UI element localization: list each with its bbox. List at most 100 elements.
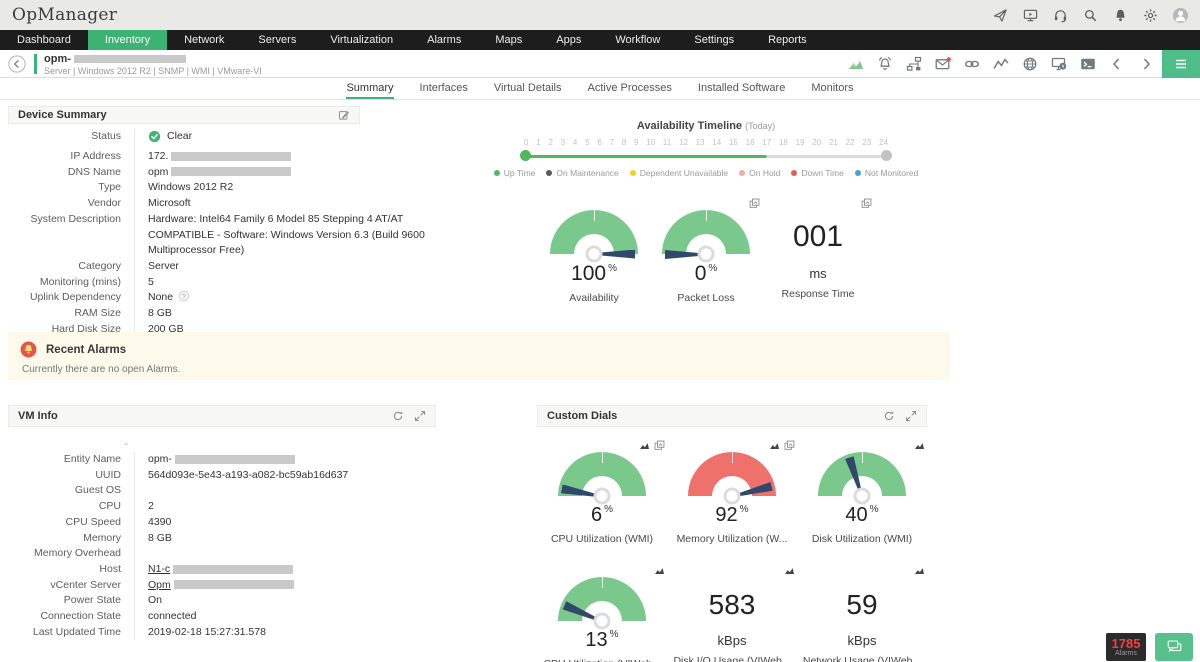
hamburger-icon (1173, 56, 1189, 72)
graph-icon[interactable] (914, 440, 925, 451)
gauge (818, 452, 906, 496)
rocket-icon[interactable] (993, 8, 1008, 23)
field-label: Monitoring (mins) (8, 275, 134, 291)
graph-icon[interactable] (769, 440, 780, 451)
field-value: opm (134, 165, 446, 181)
nav-item-apps[interactable]: Apps (539, 30, 598, 50)
field-value: Windows 2012 R2 (134, 180, 446, 196)
nav-item-workflow[interactable]: Workflow (598, 30, 677, 50)
linegraph-icon[interactable] (993, 56, 1009, 72)
gauge-hub (594, 488, 611, 505)
device-bar: opm- Server | Windows 2012 R2 | SNMP | W… (0, 50, 1200, 78)
nav-item-alarms[interactable]: Alarms (410, 30, 478, 50)
back-button[interactable] (8, 55, 26, 73)
device-toolbar (848, 50, 1154, 78)
tab-monitors[interactable]: Monitors (811, 78, 853, 99)
refresh-icon[interactable] (883, 410, 895, 422)
avatar[interactable] (1173, 8, 1188, 23)
legend-dot (739, 170, 745, 176)
legend-item: On Maintenance (546, 168, 618, 178)
refresh-icon[interactable] (392, 410, 404, 422)
link-icon[interactable] (964, 56, 980, 72)
stacked-graph-icon[interactable] (784, 440, 795, 451)
chevron-up-icon[interactable] (120, 440, 132, 448)
chevron-left-icon[interactable] (1109, 56, 1125, 72)
custom-dials-header: Custom Dials (537, 405, 927, 427)
field-link[interactable]: Opm (148, 579, 171, 591)
field-row: vCenter ServerOpm (8, 578, 448, 594)
legend-item: On Hold (739, 168, 780, 178)
graph-icon[interactable] (914, 565, 925, 576)
field-value: 8 GB (134, 306, 446, 322)
legend-dot (791, 170, 797, 176)
dial-label: CPU Utilization (WMI) (551, 533, 653, 545)
nav-item-virtualization[interactable]: Virtualization (313, 30, 410, 50)
tab-interfaces[interactable]: Interfaces (420, 78, 468, 99)
field-label: System Description (8, 212, 134, 259)
bell-icon[interactable] (1113, 8, 1128, 23)
dial-unit: kBps (848, 630, 877, 647)
graph-icon[interactable] (784, 565, 795, 576)
gear-icon[interactable] (1143, 8, 1158, 23)
custom-dials-title: Custom Dials (547, 410, 617, 422)
field-row: VendorMicrosoft (8, 196, 448, 212)
alarm-count-badge[interactable]: 1785 Alarms (1106, 633, 1146, 661)
stacked-graph-icon[interactable] (861, 198, 872, 209)
tab-summary[interactable]: Summary (346, 78, 393, 99)
expand-icon[interactable] (905, 410, 917, 422)
edit-icon[interactable] (338, 109, 350, 121)
dial-memory-utilization-w: 92%Memory Utilization (W... (667, 434, 797, 545)
mail-icon[interactable] (935, 56, 951, 72)
field-label: CPU (8, 499, 134, 515)
graph-icon[interactable] (654, 565, 665, 576)
expand-icon[interactable] (414, 410, 426, 422)
field-value: 4390 (134, 515, 446, 531)
graph-icon[interactable] (639, 440, 650, 451)
topology-icon[interactable] (906, 56, 922, 72)
search-icon[interactable] (1083, 8, 1098, 23)
dial-big-value: 583 (709, 591, 756, 621)
legend-item: Not Monitored (855, 168, 918, 178)
field-row: CPU2 (8, 499, 448, 515)
field-label: CPU Speed (8, 515, 134, 531)
availability-timeline: Availability Timeline (Today) 0123456789… (520, 120, 892, 178)
dial-disk-i-o-usage-viweb: 583kBpsDisk I/O Usage (VIWeb... (667, 559, 797, 662)
nav-item-maps[interactable]: Maps (478, 30, 539, 50)
alarmbell-icon[interactable] (877, 56, 893, 72)
hour-tick: 24 (879, 138, 888, 147)
chat-button[interactable] (1155, 633, 1193, 661)
hamburger-menu-button[interactable] (1162, 50, 1200, 78)
field-label: Memory Overhead (8, 546, 134, 562)
tab-virtual-details[interactable]: Virtual Details (494, 78, 562, 99)
terminal-icon[interactable] (1080, 56, 1096, 72)
field-link[interactable]: N1-c (148, 563, 170, 575)
kpi-dials: 100%Availability0%Packet Loss001msRespon… (538, 192, 874, 304)
field-value: 5 (134, 275, 446, 291)
globe-icon[interactable] (1022, 56, 1038, 72)
nav-item-servers[interactable]: Servers (241, 30, 313, 50)
chevron-right-icon[interactable] (1138, 56, 1154, 72)
dial-value: 92% (715, 505, 748, 525)
monitor-clock-icon[interactable] (1051, 56, 1067, 72)
field-value: 8 GB (134, 531, 446, 547)
field-value: None? (134, 290, 446, 306)
areachart-icon[interactable] (848, 56, 864, 72)
tab-installed-software[interactable]: Installed Software (698, 78, 785, 99)
dial-value: 40% (845, 505, 878, 525)
nav-item-inventory[interactable]: Inventory (88, 30, 167, 50)
tab-active-processes[interactable]: Active Processes (588, 78, 672, 99)
app-logo: OpManager (12, 5, 117, 25)
presentation-icon[interactable] (1023, 8, 1038, 23)
nav-item-network[interactable]: Network (167, 30, 241, 50)
field-label: Status (8, 129, 134, 149)
hour-tick: 23 (862, 138, 871, 147)
help-icon[interactable]: ? (178, 290, 190, 302)
nav-item-settings[interactable]: Settings (677, 30, 751, 50)
opmanager-page: OpManager DashboardInventoryNetworkServe… (0, 0, 1200, 662)
stacked-graph-icon[interactable] (654, 440, 665, 451)
tab-bar: Summary Interfaces Virtual Details Active P… (0, 78, 1200, 100)
nav-item-dashboard[interactable]: Dashboard (0, 30, 88, 50)
nav-item-reports[interactable]: Reports (751, 30, 824, 50)
headset-icon[interactable] (1053, 8, 1068, 23)
stacked-graph-icon[interactable] (749, 198, 760, 209)
